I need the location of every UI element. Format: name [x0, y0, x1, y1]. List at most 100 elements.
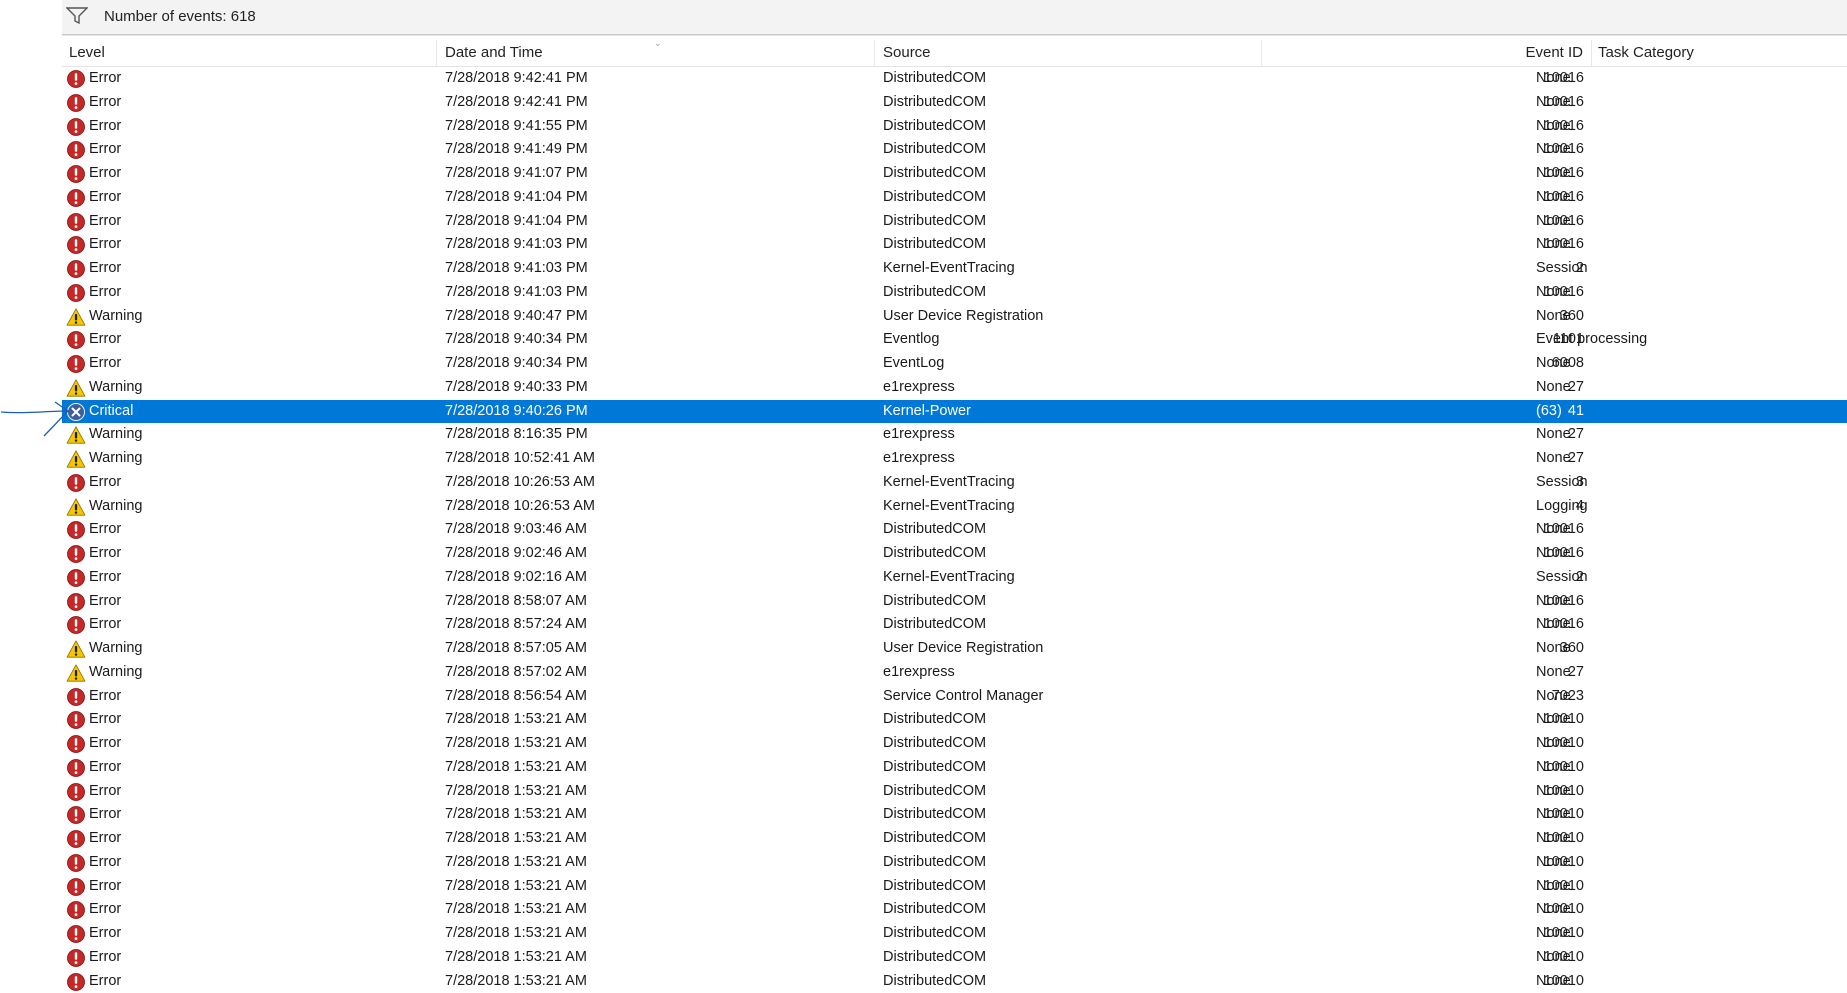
cell-date-time: 7/28/2018 9:02:46 AM — [445, 545, 587, 561]
event-row[interactable]: Error 7/28/2018 1:53:21 AM DistributedCOM 1… — [62, 732, 1847, 756]
event-row[interactable]: Error 7/28/2018 9:41:07 PM DistributedCOM 1… — [62, 162, 1847, 186]
event-row[interactable]: Error 7/28/2018 1:53:21 AM DistributedCOM 1… — [62, 970, 1847, 993]
level-text: Error — [89, 853, 122, 870]
event-row[interactable]: Error 7/28/2018 9:41:49 PM DistributedCOM 1… — [62, 138, 1847, 162]
column-header-level[interactable]: Level — [62, 40, 437, 66]
event-row[interactable]: Error 7/28/2018 8:56:54 AM Service Control… — [62, 685, 1847, 709]
event-row[interactable]: Error 7/28/2018 9:41:03 PM Kernel-EventTra… — [62, 257, 1847, 281]
cell-date-time: 7/28/2018 1:53:21 AM — [445, 948, 587, 965]
level-text: Error — [89, 616, 122, 633]
cell-date-time: 7/28/2018 1:53:21 AM — [445, 925, 587, 941]
cell-level: Warning — [62, 376, 436, 400]
warning-icon — [66, 307, 86, 326]
event-row[interactable]: Error 7/28/2018 9:41:04 PM DistributedCOM 1… — [62, 210, 1847, 234]
cell-level: Error — [62, 115, 436, 139]
sort-indicator-icon: ⌄ — [654, 38, 662, 48]
event-list: Error 7/28/2018 9:42:41 PM DistributedCOM 1… — [62, 67, 1847, 993]
event-row[interactable]: Error 7/28/2018 9:41:04 PM DistributedCOM 1… — [62, 186, 1847, 210]
cell-task-category: None — [1536, 592, 1571, 609]
event-row[interactable]: Error 7/28/2018 8:57:24 AM DistributedCOM 1… — [62, 613, 1847, 637]
event-row[interactable]: Error 7/28/2018 1:53:21 AM DistributedCOM 1… — [62, 898, 1847, 922]
cell-task-category: None — [1536, 188, 1571, 205]
cell-level: Error — [62, 732, 436, 756]
event-row[interactable]: Warning 7/28/2018 10:52:41 AM e1rexpress 27… — [62, 447, 1847, 471]
cell-level: Error — [62, 328, 436, 352]
event-row[interactable]: Error 7/28/2018 1:53:21 AM DistributedCOM 1… — [62, 922, 1847, 946]
cell-source: DistributedCOM — [883, 901, 987, 918]
error-icon — [67, 782, 85, 801]
event-row[interactable]: Error 7/28/2018 9:41:03 PM DistributedCOM 1… — [62, 281, 1847, 305]
cell-task-category: None — [1536, 426, 1571, 443]
cell-source: User Device Registration — [883, 307, 1044, 324]
event-row[interactable]: Error 7/28/2018 1:53:21 AM DistributedCOM 1… — [62, 756, 1847, 780]
cell-level: Error — [62, 210, 436, 234]
cell-source: DistributedCOM — [883, 236, 987, 253]
filter-icon[interactable] — [66, 7, 88, 25]
level-text: Error — [89, 830, 122, 846]
cell-level: Error — [62, 233, 436, 257]
event-row[interactable]: Error 7/28/2018 1:53:21 AM DistributedCOM 1… — [62, 851, 1847, 875]
event-row[interactable]: Error 7/28/2018 9:40:34 PM Eventlog 1101 Eve… — [62, 328, 1847, 352]
cell-level: Error — [62, 91, 436, 115]
cell-task-category: None — [1536, 901, 1571, 918]
event-row[interactable]: Error 7/28/2018 9:42:41 PM DistributedCOM 1… — [62, 91, 1847, 115]
cell-source: DistributedCOM — [883, 782, 987, 799]
column-header-task-category[interactable]: Task Category — [1592, 40, 1847, 66]
cell-task-category: None — [1536, 663, 1571, 680]
event-row[interactable]: Error 7/28/2018 1:53:21 AM DistributedCOM 1… — [62, 827, 1847, 851]
cell-level: Error — [62, 851, 436, 875]
cell-date-time: 7/28/2018 10:52:41 AM — [445, 450, 595, 466]
warning-icon — [66, 664, 86, 682]
event-row[interactable]: Error 7/28/2018 9:02:16 AM Kernel-EventTra… — [62, 566, 1847, 590]
cell-task-category: None — [1536, 830, 1571, 846]
cell-date-time: 7/28/2018 8:57:02 AM — [445, 663, 587, 680]
cell-source: User Device Registration — [883, 640, 1044, 656]
event-row[interactable]: Warning 7/28/2018 8:16:35 PM e1rexpress 27 N… — [62, 423, 1847, 447]
cell-level: Error — [62, 803, 436, 827]
event-row[interactable]: Error 7/28/2018 9:02:46 AM DistributedCOM 1… — [62, 542, 1847, 566]
event-row[interactable]: Warning 7/28/2018 8:57:02 AM e1rexpress 27 N… — [62, 661, 1847, 685]
level-text: Error — [89, 592, 122, 609]
event-row[interactable]: Error 7/28/2018 1:53:21 AM DistributedCOM 1… — [62, 780, 1847, 804]
event-row[interactable]: Warning 7/28/2018 9:40:47 PM User Device R… — [62, 305, 1847, 329]
cell-source: DistributedCOM — [883, 141, 987, 158]
event-row[interactable]: Error 7/28/2018 8:58:07 AM DistributedCOM 1… — [62, 590, 1847, 614]
cell-date-time: 7/28/2018 9:41:04 PM — [445, 188, 588, 205]
column-header-event-id[interactable]: Event ID — [1262, 40, 1592, 66]
event-row[interactable]: Error 7/28/2018 1:53:21 AM DistributedCOM 1… — [62, 946, 1847, 970]
event-row[interactable]: Warning 7/28/2018 10:26:53 AM Kernel-Event… — [62, 495, 1847, 519]
event-row[interactable]: Error 7/28/2018 9:40:34 PM EventLog 6008 Non… — [62, 352, 1847, 376]
event-row[interactable]: Error 7/28/2018 1:53:21 AM DistributedCOM 1… — [62, 708, 1847, 732]
cell-date-time: 7/28/2018 10:26:53 AM — [445, 473, 595, 490]
event-row[interactable]: Critical 7/28/2018 9:40:26 PM Kernel-Power… — [62, 399, 1847, 424]
cell-task-category: None — [1536, 616, 1571, 633]
event-row[interactable]: Error 7/28/2018 9:41:03 PM DistributedCOM 1… — [62, 233, 1847, 257]
event-row[interactable]: Error 7/28/2018 9:42:41 PM DistributedCOM 1… — [62, 67, 1847, 91]
cell-source: DistributedCOM — [883, 165, 987, 181]
cell-level: Critical — [62, 400, 436, 424]
cell-source: Kernel-Power — [883, 402, 971, 419]
cell-source: DistributedCOM — [883, 948, 987, 965]
cell-date-time: 7/28/2018 1:53:21 AM — [445, 806, 587, 823]
cell-date-time: 7/28/2018 8:56:54 AM — [445, 687, 587, 704]
cell-task-category: None — [1536, 948, 1571, 965]
event-row[interactable]: Error 7/28/2018 1:53:21 AM DistributedCOM 1… — [62, 803, 1847, 827]
event-row[interactable]: Error 7/28/2018 9:41:55 PM DistributedCOM 1… — [62, 115, 1847, 139]
event-row[interactable]: Error 7/28/2018 9:03:46 AM DistributedCOM 1… — [62, 518, 1847, 542]
cell-date-time: 7/28/2018 1:53:21 AM — [445, 877, 587, 894]
cell-task-category: None — [1536, 165, 1571, 181]
event-row[interactable]: Error 7/28/2018 10:26:53 AM Kernel-EventTr… — [62, 471, 1847, 495]
cell-source: Kernel-EventTracing — [883, 473, 1015, 490]
cell-date-time: 7/28/2018 10:26:53 AM — [445, 497, 595, 514]
cell-task-category: None — [1536, 758, 1571, 775]
level-text: Error — [89, 925, 122, 941]
event-row[interactable]: Warning 7/28/2018 9:40:33 PM e1rexpress 27 N… — [62, 376, 1847, 400]
event-row[interactable]: Error 7/28/2018 1:53:21 AM DistributedCOM 1… — [62, 875, 1847, 899]
cell-task-category: Session — [1536, 568, 1588, 585]
cell-level: Error — [62, 138, 436, 162]
level-text: Error — [89, 806, 122, 823]
error-icon — [67, 758, 85, 777]
column-header-source[interactable]: Source — [875, 40, 1262, 66]
level-text: Error — [89, 260, 122, 276]
event-row[interactable]: Warning 7/28/2018 8:57:05 AM User Device R… — [62, 637, 1847, 661]
